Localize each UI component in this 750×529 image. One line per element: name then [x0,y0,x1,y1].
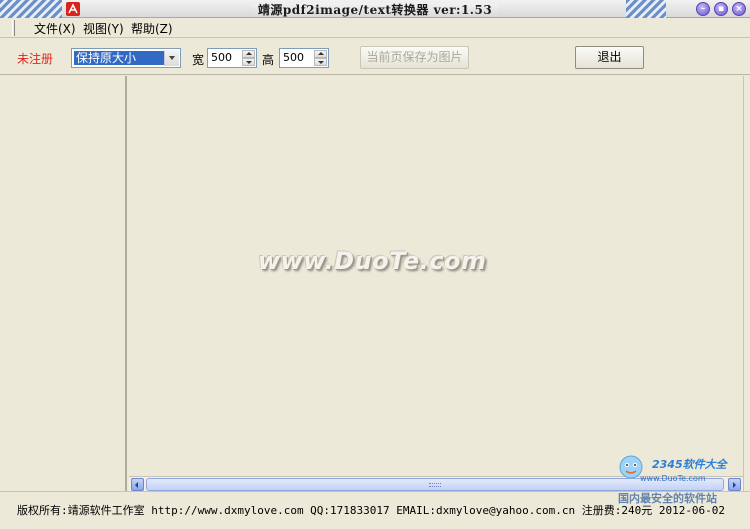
watermark: www.DuoTe.com [258,247,487,275]
height-stepper[interactable]: 500 [279,48,329,68]
close-icon[interactable]: × [732,2,746,16]
menu-help[interactable]: 帮助(Z) [131,20,173,37]
size-mode-select[interactable]: 保持原大小 [71,48,181,68]
grip-icon [429,483,441,487]
maximize-icon[interactable]: ▪ [714,2,728,16]
title-stripes-right [626,0,666,18]
window-title: 靖源pdf2image/text转换器 ver:1.53 [251,3,499,17]
title-bar[interactable]: 靖源pdf2image/text转换器 ver:1.53 – ▪ × [0,0,750,18]
scroll-left-icon[interactable] [131,478,144,491]
chevron-down-icon[interactable] [164,50,179,66]
height-value[interactable]: 500 [283,51,304,64]
registration-status: 未注册 [17,52,54,66]
menu-bar: 文件(X) 视图(Y) 帮助(Z) [0,18,750,38]
minimize-icon[interactable]: – [696,2,710,16]
document-view[interactable] [129,76,743,476]
size-mode-value: 保持原大小 [73,50,165,66]
width-down-icon[interactable] [242,58,255,66]
width-value[interactable]: 500 [211,51,232,64]
badge-title: 2345软件大全 [652,458,727,471]
menu-grip[interactable] [12,20,15,36]
height-label: 高 [262,53,275,67]
thumbnail-pane[interactable] [0,76,127,491]
height-down-icon[interactable] [314,58,327,66]
save-page-as-image-button[interactable]: 当前页保存为图片 [360,46,469,69]
width-stepper[interactable]: 500 [207,48,257,68]
width-up-icon[interactable] [242,50,255,58]
height-up-icon[interactable] [314,50,327,58]
menu-view[interactable]: 视图(Y) [83,20,124,37]
toolbar: 未注册 保持原大小 宽 500 高 500 当前页保存为图片 退出 [0,38,750,75]
width-label: 宽 [192,53,205,67]
site-badge: 2345软件大全 www.DuoTe.com 国内最安全的软件站 [612,449,750,505]
badge-slogan: 国内最安全的软件站 [618,492,717,505]
menu-file[interactable]: 文件(X) [34,20,76,37]
right-edge [743,76,750,491]
exit-button[interactable]: 退出 [575,46,644,69]
badge-subtitle: www.DuoTe.com [640,474,706,483]
